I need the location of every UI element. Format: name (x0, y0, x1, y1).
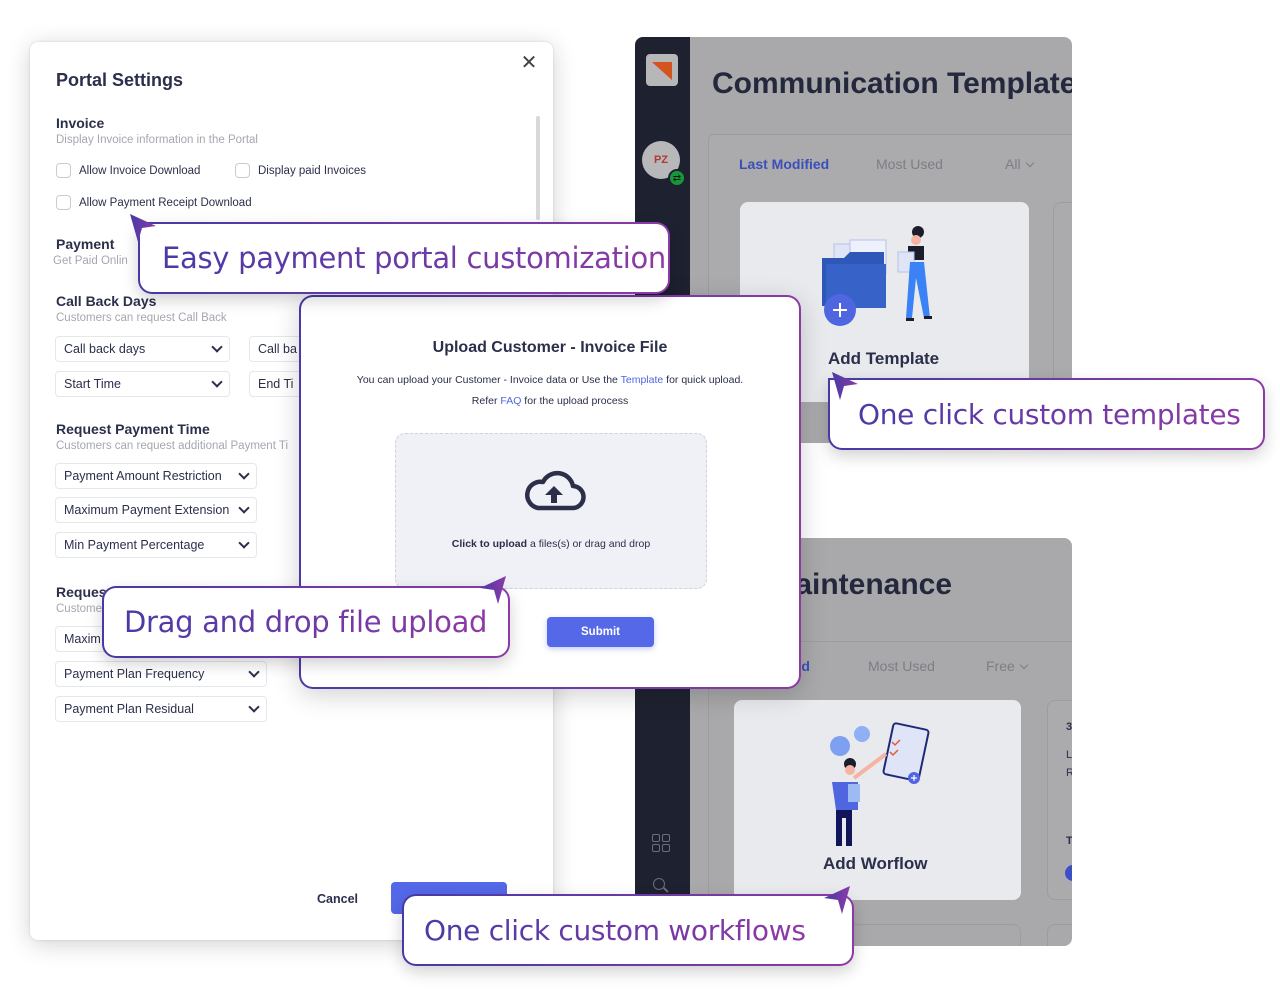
cursor-pointer-icon (824, 886, 850, 914)
callout-text: Drag and drop file upload (124, 605, 488, 639)
select-value: Maximum Payment Extension (64, 503, 230, 517)
portal-settings-title: Portal Settings (56, 70, 184, 90)
select-value: Payment Plan Frequency (64, 667, 205, 681)
checkbox-label: Allow Payment Receipt Download (79, 196, 252, 209)
callout-portal-customization: Easy payment portal customization (138, 222, 670, 294)
select-value: Payment Amount Restriction (64, 469, 222, 483)
invoice-section-title: Invoice (56, 115, 105, 131)
request-payment-time-title: Request Payment Time (56, 421, 210, 437)
tab-all-dropdown[interactable]: All (1005, 156, 1034, 172)
close-icon[interactable]: ✕ (520, 53, 538, 73)
callout-text: Easy payment portal customization (162, 241, 666, 275)
callout-drag-drop: Drag and drop file upload (102, 586, 510, 658)
template-card-partial[interactable] (1053, 202, 1072, 402)
invoice-section-subtitle: Display Invoice information in the Porta… (56, 134, 258, 146)
click-to-upload-text: Click to upload (451, 538, 528, 550)
tab-free-dropdown[interactable]: Free (986, 658, 1029, 674)
select-value: Call back days (64, 342, 146, 356)
add-template-label: Add Template (828, 349, 940, 368)
folder-illustration-icon (822, 226, 932, 326)
cloud-upload-icon (525, 470, 586, 511)
maximum-payment-extension-select[interactable]: Maximum Payment Extension (55, 497, 257, 523)
submit-button[interactable]: Submit (547, 617, 654, 647)
tab-most-used[interactable]: Most Used (868, 658, 935, 674)
request-payment-time-subtitle: Customers can request additional Payment… (56, 440, 289, 452)
request-payment-plan-subtitle: Custome (56, 603, 103, 615)
select-value: Start Time (64, 377, 121, 391)
payment-section-subtitle: Get Paid Onlin (53, 255, 128, 267)
chevron-down-icon (238, 537, 250, 549)
display-paid-invoices-checkbox[interactable]: Display paid Invoices (235, 163, 366, 178)
cursor-pointer-icon (480, 576, 506, 604)
desc-text: for the upload process (521, 395, 629, 407)
search-icon[interactable] (653, 878, 665, 890)
grid-icon[interactable] (652, 834, 672, 854)
tab-last-modified[interactable]: Last Modified (739, 156, 829, 172)
workflow-card-lower-partial[interactable] (1047, 924, 1072, 946)
app-logo[interactable] (646, 54, 678, 86)
toggle-partial[interactable] (1065, 865, 1072, 881)
card-fragment: 3 (1066, 721, 1072, 733)
upload-faq-text: Refer FAQ for the upload process (301, 395, 799, 407)
callout-text: One click custom templates (858, 397, 1241, 431)
checkbox-label: Allow Invoice Download (79, 164, 201, 177)
add-workflow-label: Add Worflow (823, 854, 928, 873)
tab-label: All (1005, 156, 1021, 172)
upload-modal-title: Upload Customer - Invoice File (432, 339, 668, 356)
chevron-down-icon (248, 701, 260, 713)
checkbox-box[interactable] (56, 163, 71, 178)
cursor-pointer-icon (130, 214, 156, 242)
file-dropzone[interactable]: Click to upload a files(s) or drag and d… (395, 433, 707, 589)
cancel-button[interactable]: Cancel (317, 892, 358, 906)
callout-custom-templates: One click custom templates (828, 378, 1265, 450)
payment-amount-restriction-select[interactable]: Payment Amount Restriction (55, 463, 257, 489)
desc-text: for quick upload. (663, 374, 744, 386)
checkbox-box[interactable] (56, 195, 71, 210)
desc-text: You can upload your Customer - Invoice d… (356, 374, 621, 386)
payment-section-title: Payment (56, 236, 115, 252)
card-fragment: L (1066, 749, 1072, 761)
checkbox-box[interactable] (235, 163, 250, 178)
tab-most-used[interactable]: Most Used (876, 156, 943, 172)
start-time-select[interactable]: Start Time (55, 371, 230, 397)
chevron-down-icon (211, 341, 223, 353)
allow-invoice-download-checkbox[interactable]: Allow Invoice Download (56, 163, 200, 178)
call-back-days-subtitle: Customers can request Call Back (56, 312, 227, 324)
cursor-pointer-icon (832, 372, 858, 400)
workflow-card-partial[interactable]: 3 L R T (1047, 700, 1072, 900)
faq-link[interactable]: FAQ (500, 395, 521, 407)
chevron-down-icon (211, 376, 223, 388)
min-payment-percentage-select[interactable]: Min Payment Percentage (55, 532, 257, 558)
select-value: Payment Plan Residual (64, 702, 194, 716)
request-payment-plan-title: Reques (56, 584, 107, 600)
add-workflow-card[interactable]: Add Worflow (734, 700, 1021, 900)
desc-text: Refer (471, 395, 501, 407)
switch-icon[interactable]: ⇄ (668, 169, 686, 187)
upload-description: You can upload your Customer - Invoice d… (301, 374, 799, 386)
tab-label: Free (986, 658, 1015, 674)
card-fragment: T (1066, 835, 1072, 847)
card-fragment: R (1066, 767, 1072, 779)
chevron-down-icon (248, 666, 260, 678)
payment-plan-frequency-select[interactable]: Payment Plan Frequency (55, 661, 267, 687)
chevron-down-icon (1025, 158, 1034, 168)
template-link[interactable]: Template (621, 374, 664, 386)
payment-plan-residual-select[interactable]: Payment Plan Residual (55, 696, 267, 722)
allow-payment-receipt-download-checkbox[interactable]: Allow Payment Receipt Download (56, 195, 252, 210)
workflow-illustration-icon (830, 722, 930, 846)
chevron-down-icon (1019, 660, 1029, 670)
drag-drop-text: a files(s) or drag and drop (527, 538, 651, 550)
page-title: Communication Template (712, 67, 1072, 100)
select-value: Min Payment Percentage (64, 538, 205, 552)
call-back-days-title: Call Back Days (56, 293, 157, 309)
call-back-days-select[interactable]: Call back days (55, 336, 230, 362)
checkbox-label: Display paid Invoices (258, 164, 367, 177)
callout-text: One click custom workflows (424, 913, 806, 947)
scrollbar[interactable] (536, 116, 540, 220)
chevron-down-icon (238, 468, 250, 480)
dropzone-text: Click to upload a files(s) or drag and d… (396, 538, 706, 550)
callout-custom-workflows: One click custom workflows (402, 894, 854, 966)
chevron-down-icon (238, 502, 250, 514)
